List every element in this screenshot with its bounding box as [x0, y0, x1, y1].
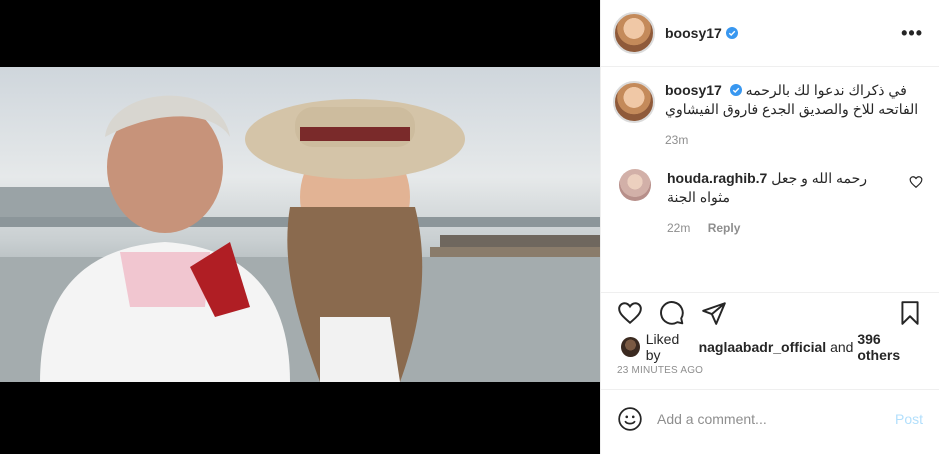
post-timestamp[interactable]: 23 MINUTES AGO [601, 361, 939, 385]
comment-bubble-icon[interactable] [659, 300, 685, 326]
post-photo[interactable] [0, 67, 600, 382]
author-username[interactable]: boosy17 [665, 25, 722, 41]
post-sidebar: boosy17 ••• boosy17 في ذكراك ندعوا لك با… [600, 0, 939, 454]
save-bookmark-icon[interactable] [897, 300, 923, 326]
likes-and: and [830, 339, 854, 355]
verified-badge-icon [729, 84, 742, 96]
more-options-button[interactable]: ••• [901, 23, 923, 44]
caption-time[interactable]: 23m [665, 133, 688, 147]
author-avatar[interactable] [613, 12, 655, 54]
post-media [0, 0, 600, 454]
photo-illustration [0, 95, 600, 382]
liker-username[interactable]: naglaabadr_official [699, 339, 827, 355]
comment-like-heart-icon[interactable] [909, 175, 923, 189]
caption-text-block: boosy17 في ذكراك ندعوا لك بالرحمه الفاتح… [665, 81, 923, 119]
reply-button[interactable]: Reply [708, 221, 741, 235]
caption-body: boosy17 في ذكراك ندعوا لك بالرحمه الفاتح… [665, 81, 923, 147]
post-button[interactable]: Post [895, 411, 923, 427]
caption-username[interactable]: boosy17 [665, 82, 722, 98]
comment-composer: Post [601, 389, 939, 447]
instagram-post-modal: boosy17 ••• boosy17 في ذكراك ندعوا لك با… [0, 0, 939, 454]
verified-badge-icon [725, 27, 738, 39]
comment-time[interactable]: 22m [667, 221, 690, 235]
post-header: boosy17 ••• [601, 0, 939, 67]
comment-item: houda.raghib.7 رحمه الله و جعل مثواه الج… [613, 169, 923, 235]
action-bar [601, 293, 939, 333]
liker-avatar[interactable] [621, 337, 640, 357]
comment-body: houda.raghib.7 رحمه الله و جعل مثواه الج… [667, 169, 899, 235]
caption: boosy17 في ذكراك ندعوا لك بالرحمه الفاتح… [613, 81, 923, 147]
comment-meta: 22m Reply [667, 221, 899, 235]
comment-input[interactable] [657, 410, 895, 427]
commenter-avatar[interactable] [619, 169, 651, 201]
emoji-icon[interactable] [617, 406, 643, 432]
caption-meta: 23m [665, 133, 923, 147]
comments-list: boosy17 في ذكراك ندعوا لك بالرحمه الفاتح… [601, 67, 939, 292]
likes-summary: Liked by naglaabadr_official and 396 oth… [601, 331, 939, 363]
likes-others-link[interactable]: 396 others [857, 331, 923, 363]
comment-text-block: houda.raghib.7 رحمه الله و جعل مثواه الج… [667, 169, 899, 207]
caption-avatar[interactable] [613, 81, 655, 123]
commenter-username[interactable]: houda.raghib.7 [667, 170, 767, 186]
like-heart-icon[interactable] [617, 300, 643, 326]
likes-prefix: Liked by [645, 331, 680, 363]
share-paper-plane-icon[interactable] [701, 300, 727, 326]
